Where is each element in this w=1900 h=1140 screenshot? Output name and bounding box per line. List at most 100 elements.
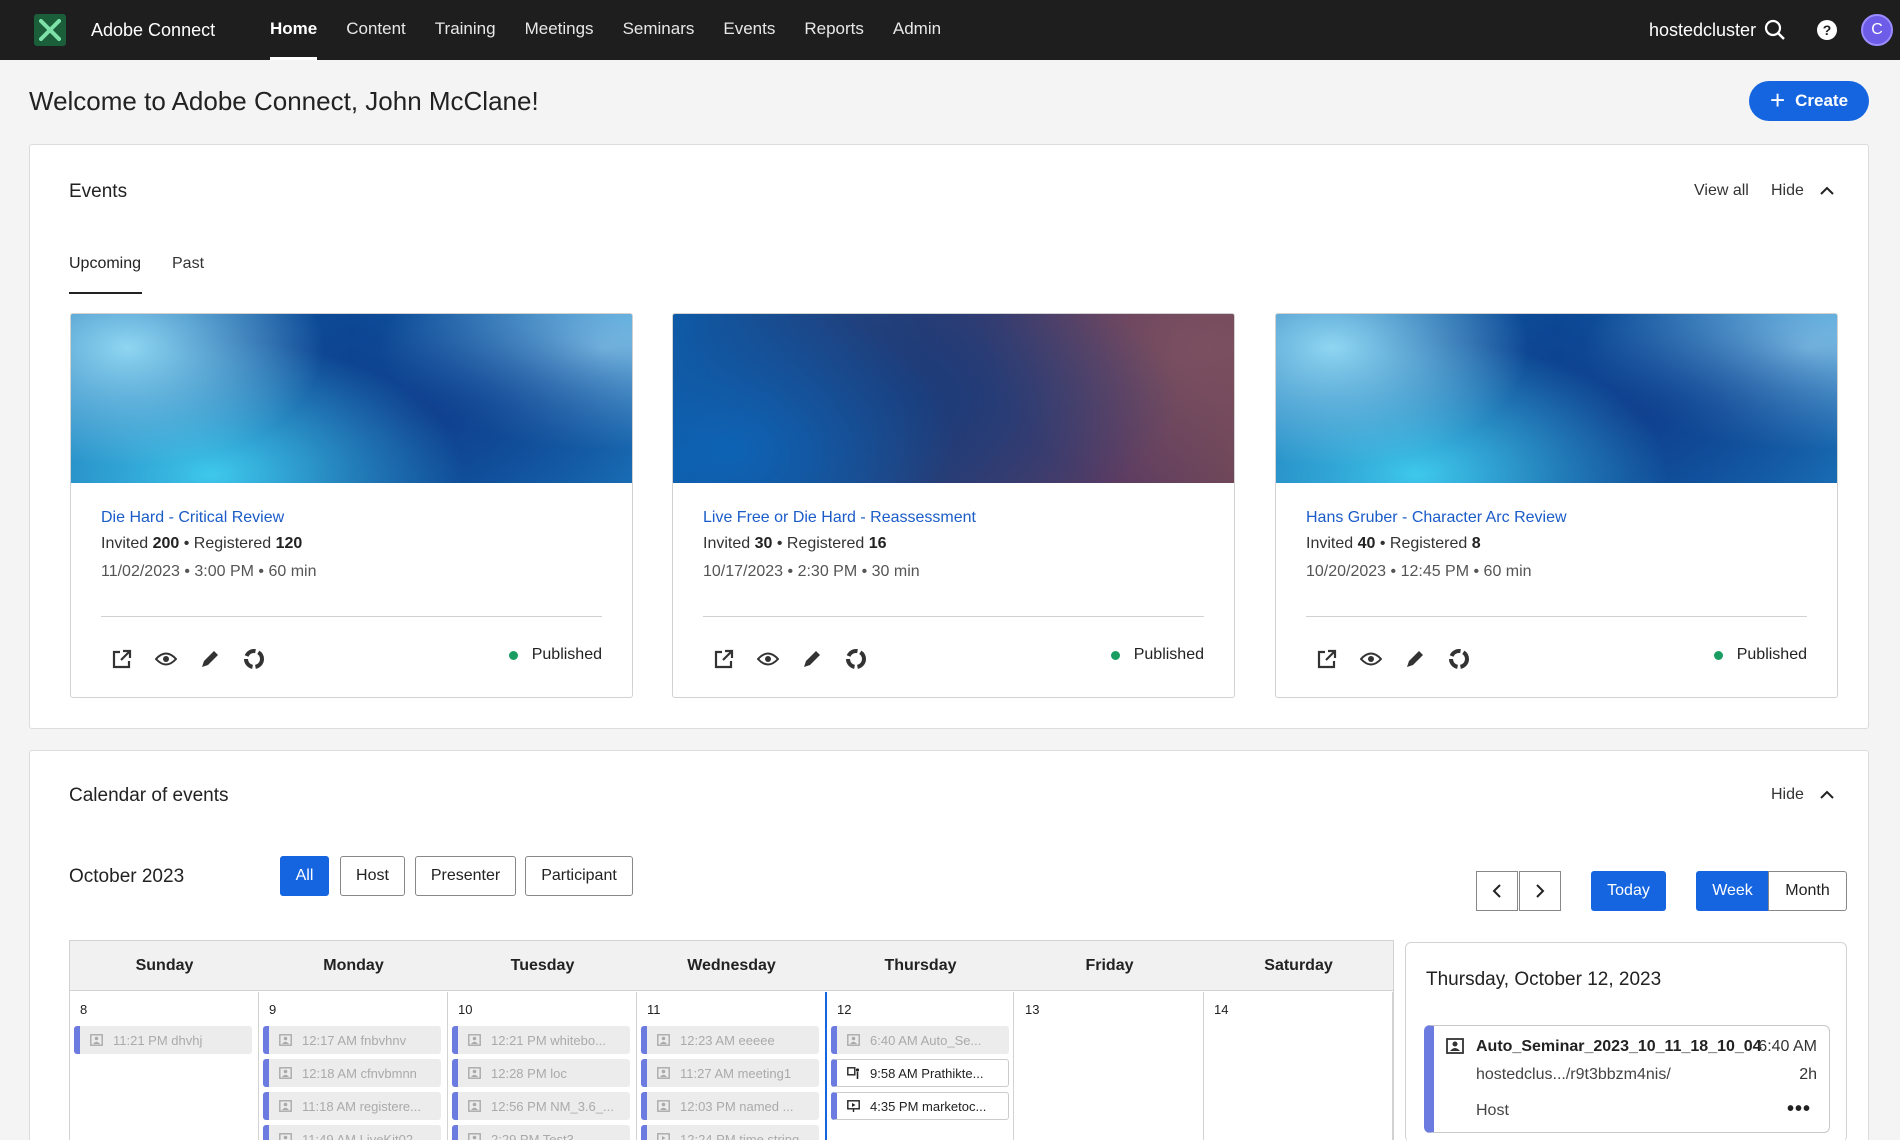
analytics-icon[interactable] [241,646,267,672]
event-title-link[interactable]: Hans Gruber - Character Arc Review [1306,509,1807,527]
calendar-event-label: 12:56 PM NM_3.6_... [491,1098,614,1114]
nav-events[interactable]: Events [723,0,775,60]
filter-presenter-button[interactable]: Presenter [415,856,516,896]
event-meta: 10/17/2023 • 2:30 PM • 30 min [703,563,920,580]
calendar-event[interactable]: 4:35 PM marketoc... [831,1092,1009,1120]
prev-week-button[interactable] [1476,871,1518,911]
calendar-hide-toggle[interactable]: Hide [1771,786,1834,804]
week-view-button[interactable]: Week [1696,871,1769,911]
status-badge: Published [1110,646,1204,664]
edit-pencil-icon[interactable] [1402,646,1428,672]
selected-date: Thursday, October 12, 2023 [1426,969,1662,990]
event-title-link[interactable]: Die Hard - Critical Review [101,509,602,527]
event-stats: Invited 40 • Registered 8 [1306,535,1481,552]
calendar-event-label: 11:27 AM meeting1 [680,1065,792,1081]
help-icon[interactable]: ? [1814,17,1840,43]
event-banner-image [673,314,1234,483]
app-name: Adobe Connect [91,20,216,40]
calendar-event[interactable]: 11:18 AM registere... [263,1092,441,1120]
tab-upcoming[interactable]: Upcoming [69,255,141,273]
nav-reports[interactable]: Reports [804,0,864,60]
create-button[interactable]: + Create [1749,81,1869,121]
calendar-event-label: 12:21 PM whitebo... [491,1032,606,1048]
day-number: 12 [837,1002,852,1017]
day-column-monday[interactable]: 9 12:17 AM fnbvhnv 12:18 AM cfnvbmnn 11:18 … [259,992,448,1140]
selected-event-card[interactable]: Auto_Seminar_2023_10_11_18_10_04 6:40 AM… [1424,1025,1830,1133]
calendar-event[interactable]: 11:21 PM dhvhj [74,1026,252,1054]
day-header-wednesday: Wednesday [687,957,776,974]
day-header-friday: Friday [1085,957,1134,974]
edit-pencil-icon[interactable] [799,646,825,672]
calendar-event[interactable]: 2:29 PM Test3 [452,1125,630,1140]
calendar-event-label: 12:03 PM named ... [680,1098,794,1114]
nav-seminars[interactable]: Seminars [623,0,695,60]
nav-meetings[interactable]: Meetings [525,0,594,60]
day-column-tuesday[interactable]: 10 12:21 PM whitebo... 12:28 PM loc 12:56 P… [448,992,637,1140]
preview-eye-icon[interactable] [1358,646,1384,672]
view-all-link[interactable]: View all [1694,182,1749,200]
nav-home[interactable]: Home [270,0,318,60]
event-actions [711,646,869,672]
day-column-sunday[interactable]: 8 11:21 PM dhvhj [70,992,259,1140]
day-number: 8 [80,1002,88,1017]
calendar-event[interactable]: 12:24 PM time string [641,1125,819,1140]
day-detail-panel: Thursday, October 12, 2023 Auto_Seminar_… [1405,942,1847,1140]
day-column-saturday[interactable]: 14 [1204,992,1393,1140]
chevron-left-icon [1492,884,1501,898]
calendar-event[interactable]: 12:28 PM loc [452,1059,630,1087]
event-banner-image [1276,314,1837,483]
analytics-icon[interactable] [1446,646,1472,672]
selected-event-time: 6:40 AM [1758,1038,1817,1055]
search-icon[interactable] [1762,17,1788,43]
calendar-event-label: 12:17 AM fnbvhnv [302,1032,407,1048]
analytics-icon[interactable] [843,646,869,672]
room-icon [279,1067,302,1079]
edit-pencil-icon[interactable] [197,646,223,672]
nav-content[interactable]: Content [346,0,406,60]
calendar-event[interactable]: 12:56 PM NM_3.6_... [452,1092,630,1120]
calendar-event-label: 11:18 AM registere... [302,1098,421,1114]
calendar-event[interactable]: 6:40 AM Auto_Se... [831,1026,1009,1054]
calendar-event[interactable]: 12:21 PM whitebo... [452,1026,630,1054]
preview-eye-icon[interactable] [153,646,179,672]
calendar-event[interactable]: 11:27 AM meeting1 [641,1059,819,1087]
day-column-wednesday[interactable]: 11 12:23 AM eeeee 11:27 AM meeting1 12:03 P… [637,992,826,1140]
presentation-icon [847,1100,870,1112]
preview-eye-icon[interactable] [755,646,781,672]
calendar-event[interactable]: 12:18 AM cfnvbmnn [263,1059,441,1087]
calendar-event[interactable]: 12:03 PM named ... [641,1092,819,1120]
filter-all-button[interactable]: All [280,856,329,896]
day-column-friday[interactable]: 13 [1015,992,1204,1140]
calendar-event[interactable]: 9:58 AM Prathikte... [831,1059,1009,1087]
day-column-thursday[interactable]: 12 6:40 AM Auto_Se... 9:58 AM Prathikte...… [825,992,1014,1140]
today-button[interactable]: Today [1591,871,1666,911]
calendar-event[interactable]: 12:17 AM fnbvhnv [263,1026,441,1054]
adobe-connect-logo[interactable] [34,14,66,46]
chevron-up-icon [1820,790,1834,799]
room-icon [468,1034,491,1046]
day-number: 9 [269,1002,277,1017]
account-name[interactable]: hostedcluster [1649,20,1756,41]
nav-training[interactable]: Training [435,0,496,60]
event-title-link[interactable]: Live Free or Die Hard - Reassessment [703,509,1204,527]
filter-host-button[interactable]: Host [340,856,405,896]
calendar-event-label: 6:40 AM Auto_Se... [870,1032,982,1048]
open-external-icon[interactable] [109,646,135,672]
calendar-event-label: 4:35 PM marketoc... [870,1098,987,1114]
open-external-icon[interactable] [1314,646,1340,672]
status-badge: Published [508,646,602,664]
filter-participant-button[interactable]: Participant [525,856,633,896]
month-view-button[interactable]: Month [1768,871,1847,911]
calendar-event[interactable]: 11:49 AM LiveKit02 [263,1125,441,1140]
svg-text:?: ? [1823,22,1832,38]
day-number: 10 [458,1002,473,1017]
open-external-icon[interactable] [711,646,737,672]
more-options-icon[interactable]: ••• [1787,1098,1811,1121]
selected-event-url[interactable]: hostedclus.../r9t3bbzm4nis/ [1476,1066,1671,1084]
next-week-button[interactable] [1519,871,1561,911]
nav-admin[interactable]: Admin [893,0,941,60]
tab-past[interactable]: Past [172,255,204,273]
calendar-event[interactable]: 12:23 AM eeeee [641,1026,819,1054]
avatar[interactable]: C [1861,14,1893,46]
events-hide-toggle[interactable]: Hide [1771,182,1834,200]
